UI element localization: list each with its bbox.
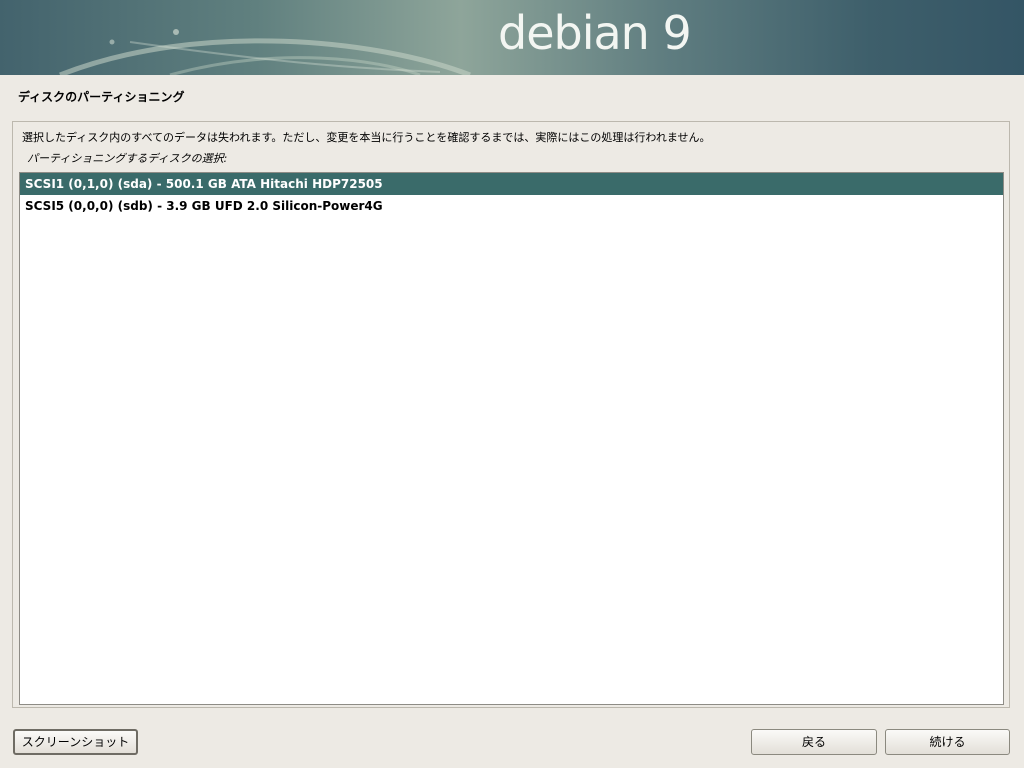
disk-select-prompt: パーティショニングするディスクの選択: [27, 152, 228, 165]
disk-item-sdb[interactable]: SCSI5 (0,0,0) (sdb) - 3.9 GB UFD 2.0 Sil… [20, 195, 1003, 217]
screenshot-button[interactable]: スクリーンショット [13, 729, 138, 755]
page-title: ディスクのパーティショニング [18, 90, 185, 104]
back-button[interactable]: 戻る [751, 729, 877, 755]
disk-list[interactable]: SCSI1 (0,1,0) (sda) - 500.1 GB ATA Hitac… [19, 172, 1004, 705]
debian-logo-text: debian 9 [498, 6, 692, 60]
disk-item-sda[interactable]: SCSI1 (0,1,0) (sda) - 500.1 GB ATA Hitac… [20, 173, 1003, 195]
data-loss-notice: 選択したディスク内のすべてのデータは失われます。ただし、変更を本当に行うことを確… [22, 131, 711, 144]
continue-button[interactable]: 続ける [885, 729, 1010, 755]
debian-banner: debian 9 [0, 0, 1024, 75]
